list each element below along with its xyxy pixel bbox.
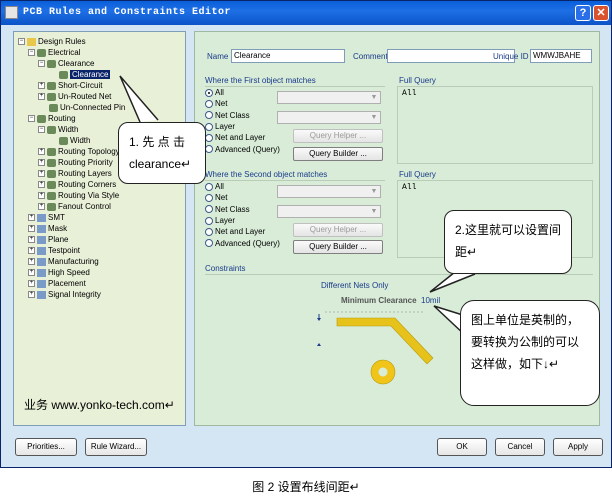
figure-caption: 图 2 设置布线间距↵ <box>252 480 360 494</box>
step2-pointer <box>429 271 476 293</box>
step1-callout: 1. 先 点 击 clearance↵ <box>118 122 206 184</box>
step1-pointer <box>119 75 159 123</box>
note-callout: 图上单位是英制的，要转换为公制的可以这样做，如下↓↵ <box>460 300 600 406</box>
company-watermark: 业务 www.yonko-tech.com↵ <box>24 398 175 412</box>
step2-callout: 2.这里就可以设置间距↵ <box>444 210 572 274</box>
